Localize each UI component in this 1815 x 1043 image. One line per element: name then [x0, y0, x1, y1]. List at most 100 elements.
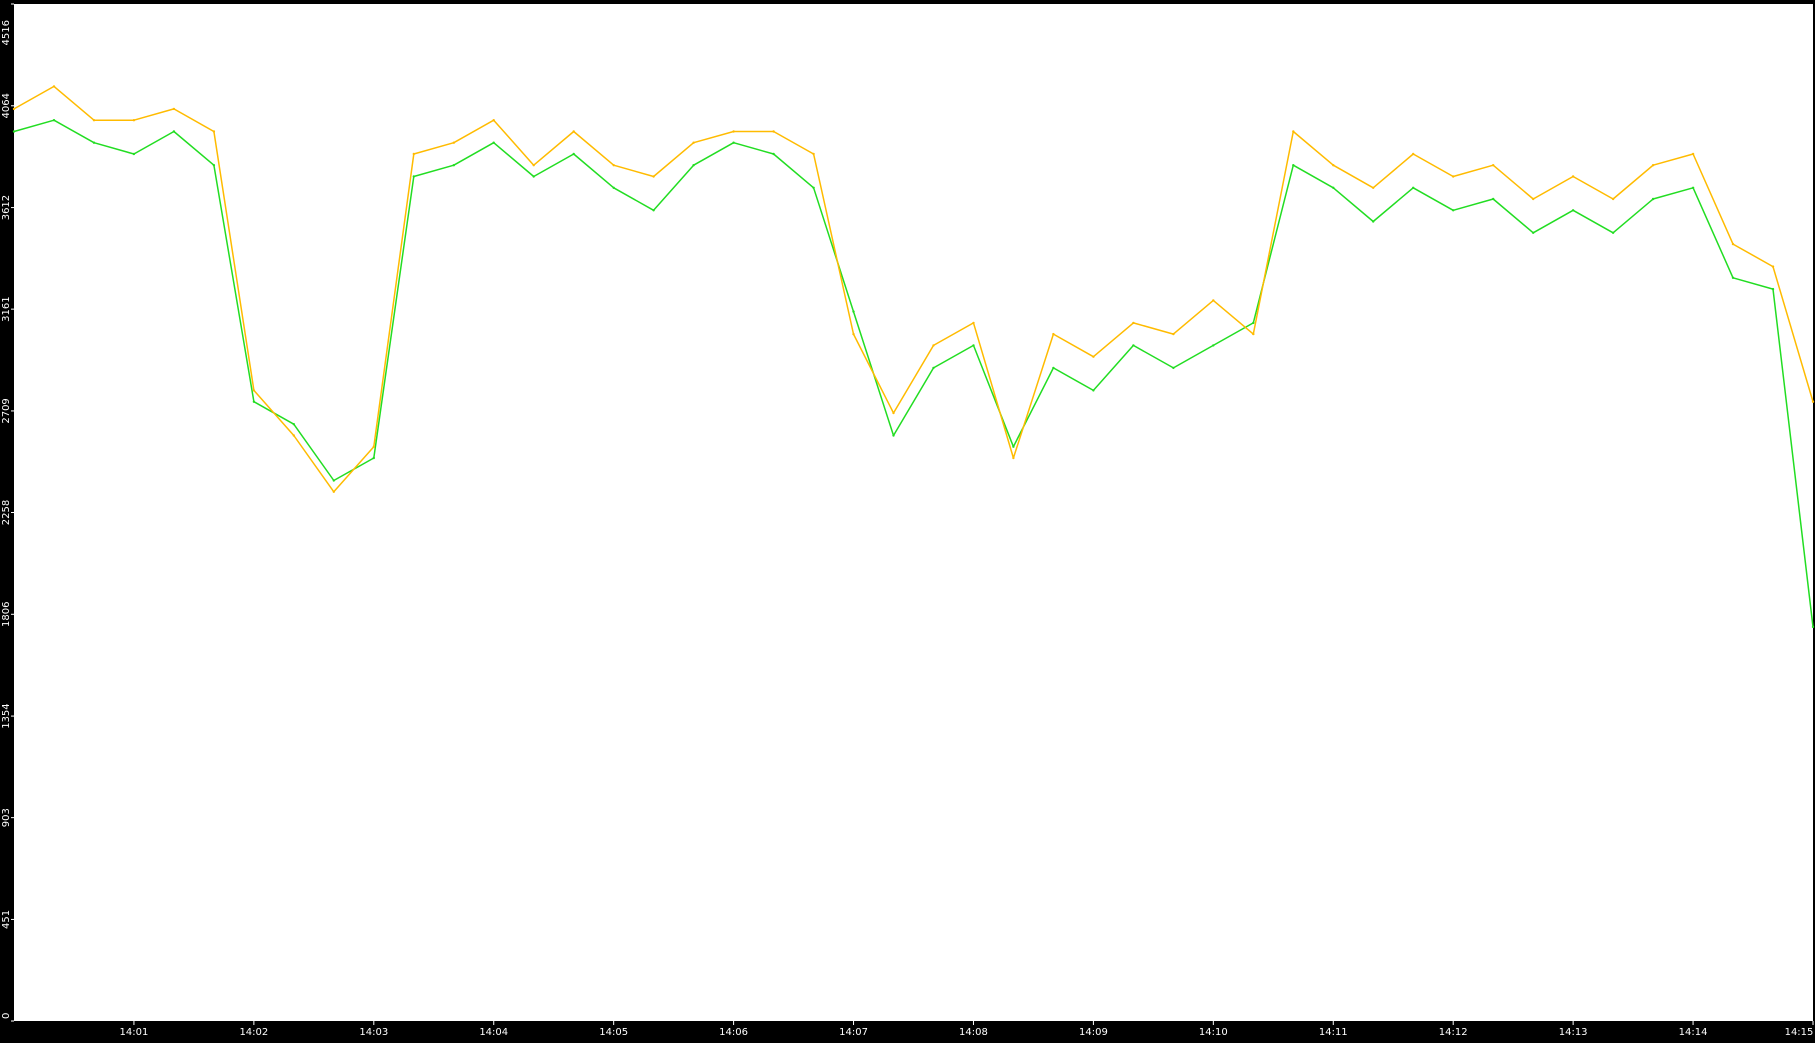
data-point: [1492, 164, 1495, 167]
data-point: [412, 175, 415, 178]
data-point: [52, 119, 56, 122]
y-tick-label: 1354: [1, 703, 12, 728]
data-point: [132, 119, 136, 122]
data-point: [612, 164, 615, 167]
chart: 0 451 903 1354 1806 2258 2709 3161 3612 4064 4516 …: [0, 0, 1815, 1039]
data-point: [492, 119, 495, 122]
data-point: [132, 152, 136, 156]
data-point: [852, 310, 855, 313]
y-tick-label: 2709: [1, 398, 12, 423]
data-point: [1532, 197, 1535, 201]
data-point: [1571, 209, 1575, 212]
data-point: [332, 490, 335, 493]
data-point: [52, 85, 56, 88]
data-point: [252, 400, 256, 403]
data-point: [1691, 186, 1695, 189]
data-point: [572, 130, 575, 133]
data-point: [812, 186, 815, 189]
data-point: [452, 141, 455, 144]
data-point: [1012, 445, 1015, 448]
data-point: [892, 434, 895, 437]
y-tick-label: 903: [1, 808, 12, 827]
x-tick-label: 14:12: [1439, 1027, 1468, 1038]
data-point: [1212, 299, 1215, 302]
data-point: [1571, 175, 1575, 178]
data-point: [1092, 355, 1095, 358]
data-point: [1452, 209, 1455, 212]
y-tick-label: 3161: [1, 296, 12, 321]
data-point: [372, 445, 375, 448]
data-point: [532, 164, 535, 167]
data-point: [1372, 186, 1375, 189]
x-tick-label: 14:05: [599, 1027, 628, 1038]
x-axis: 14:01 14:02 14:03 14:04 14:05 14:06 14:07 14:08…: [120, 1021, 1814, 1038]
data-point: [692, 141, 695, 144]
data-point: [1532, 231, 1535, 234]
data-point: [1811, 400, 1815, 403]
data-point: [1691, 152, 1695, 156]
data-point: [1412, 152, 1415, 156]
data-point: [1292, 164, 1295, 167]
x-tick-label: 14:14: [1679, 1027, 1708, 1038]
x-tick-label: 14:06: [719, 1027, 748, 1038]
data-point: [692, 164, 695, 167]
data-point: [492, 141, 495, 144]
data-point: [1132, 344, 1135, 347]
data-point: [892, 411, 895, 415]
data-point: [932, 344, 935, 347]
data-point: [252, 389, 256, 392]
data-point: [772, 152, 775, 156]
data-point: [292, 434, 295, 437]
data-point: [1172, 332, 1175, 336]
data-point: [172, 107, 176, 111]
data-point: [1611, 197, 1615, 201]
x-tick-label: 14:10: [1199, 1027, 1228, 1038]
data-point: [92, 141, 96, 144]
data-point: [1052, 332, 1055, 336]
data-point: [1052, 366, 1055, 370]
y-tick-label: 4064: [1, 93, 12, 118]
data-point: [1252, 321, 1255, 325]
data-point: [732, 130, 735, 133]
data-point: [612, 186, 615, 189]
data-point: [12, 130, 16, 133]
x-tick-label: 14:09: [1079, 1027, 1108, 1038]
data-point: [1412, 186, 1415, 189]
x-tick-label: 14:04: [479, 1027, 508, 1038]
data-point: [1332, 164, 1335, 167]
data-point: [1092, 389, 1095, 392]
data-point: [1651, 197, 1655, 201]
data-point: [1611, 231, 1615, 234]
data-point: [1452, 175, 1455, 178]
data-point: [1132, 321, 1135, 325]
data-point: [652, 209, 655, 212]
data-point: [1292, 130, 1295, 133]
data-point: [212, 130, 216, 133]
data-point: [932, 366, 935, 370]
data-point: [452, 164, 455, 167]
y-tick-label: 3612: [1, 195, 12, 220]
data-point: [772, 130, 775, 133]
data-point: [12, 107, 16, 111]
data-point: [852, 332, 855, 336]
y-tick-label: 2258: [1, 500, 12, 525]
y-tick-label: 451: [1, 910, 12, 929]
data-point: [1811, 625, 1815, 629]
x-tick-label: 14:03: [359, 1027, 388, 1038]
line-chart: 045190313541806225827093161361240644516 …: [1, 3, 1815, 1038]
x-tick-label: 14:15: [1785, 1027, 1814, 1038]
plot-area: [14, 4, 1813, 1021]
data-point: [1252, 332, 1255, 336]
data-point: [532, 175, 535, 178]
data-point: [172, 130, 176, 133]
x-tick-label: 14:02: [239, 1027, 268, 1038]
data-point: [1172, 366, 1175, 370]
data-point: [332, 479, 335, 482]
data-point: [1771, 287, 1775, 291]
data-point: [92, 119, 96, 122]
data-point: [972, 344, 975, 347]
y-tick-label: 0: [1, 1013, 12, 1019]
data-point: [1332, 186, 1335, 189]
data-point: [1771, 265, 1775, 268]
data-point: [1731, 276, 1735, 279]
